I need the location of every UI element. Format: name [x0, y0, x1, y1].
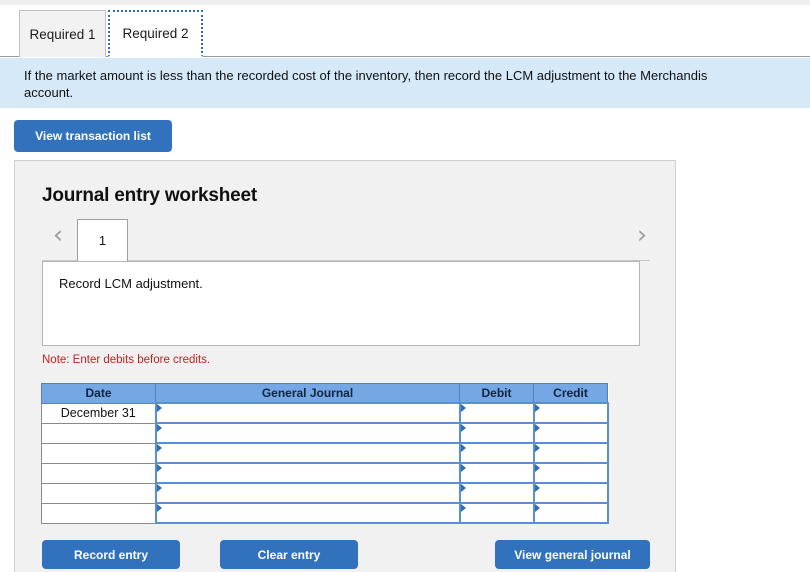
dropdown-caret-icon: [460, 504, 466, 512]
journal-entry-worksheet-panel: Journal entry worksheet ‹ › 1 Record LCM…: [14, 160, 676, 572]
worksheet-description-text: Record LCM adjustment.: [59, 276, 203, 291]
table-row: [41, 422, 609, 444]
table-header-row: Date General Journal Debit Credit: [41, 383, 608, 404]
cell-credit[interactable]: [532, 502, 609, 524]
cell-general-journal[interactable]: [154, 442, 461, 464]
dropdown-caret-icon: [534, 464, 540, 472]
clear-entry-button[interactable]: Clear entry: [220, 540, 358, 569]
record-entry-button[interactable]: Record entry: [42, 540, 180, 569]
dropdown-caret-icon: [534, 444, 540, 452]
debits-before-credits-note: Note: Enter debits before credits.: [42, 354, 211, 366]
journal-entry-table: Date General Journal Debit Credit Decemb…: [41, 383, 609, 524]
dropdown-caret-icon: [156, 504, 162, 512]
clear-entry-label: Clear entry: [257, 547, 321, 562]
column-header-debit: Debit: [459, 383, 534, 404]
cell-date[interactable]: December 31: [41, 402, 156, 424]
cell-debit[interactable]: [458, 422, 535, 444]
cell-date[interactable]: [41, 462, 156, 484]
dropdown-caret-icon: [534, 504, 540, 512]
view-general-journal-button[interactable]: View general journal: [495, 540, 650, 569]
cell-general-journal[interactable]: [154, 422, 461, 444]
view-transaction-list-label: View transaction list: [35, 129, 151, 143]
chevron-left-icon[interactable]: ‹: [47, 222, 69, 249]
info-banner-text: If the market amount is less than the re…: [24, 67, 810, 101]
cell-debit[interactable]: [458, 402, 535, 424]
cell-credit[interactable]: [532, 462, 609, 484]
column-header-credit: Credit: [533, 383, 608, 404]
dropdown-caret-icon: [534, 484, 540, 492]
dropdown-caret-icon: [460, 424, 466, 432]
dropdown-caret-icon: [156, 404, 162, 412]
info-banner-line-1: If the market amount is less than the re…: [24, 68, 708, 83]
cell-date[interactable]: [41, 422, 156, 444]
table-row: [41, 462, 609, 484]
cell-credit[interactable]: [532, 422, 609, 444]
column-header-general-journal: General Journal: [155, 383, 460, 404]
cell-debit[interactable]: [458, 482, 535, 504]
column-header-date: Date: [41, 383, 156, 404]
cell-general-journal[interactable]: [154, 482, 461, 504]
tab-required-2-label: Required 2: [122, 26, 189, 41]
info-banner: If the market amount is less than the re…: [0, 58, 810, 108]
chevron-right-icon[interactable]: ›: [631, 222, 653, 249]
table-row: [41, 442, 609, 464]
cell-credit[interactable]: [532, 442, 609, 464]
cell-debit[interactable]: [458, 442, 535, 464]
cell-general-journal[interactable]: [154, 502, 461, 524]
cell-credit[interactable]: [532, 482, 609, 504]
tab-required-1-label: Required 1: [29, 26, 96, 42]
worksheet-page-tab-1-label: 1: [98, 233, 107, 248]
dropdown-caret-icon: [460, 484, 466, 492]
tab-required-2[interactable]: Required 2: [108, 10, 203, 57]
dropdown-caret-icon: [156, 444, 162, 452]
table-row: [41, 482, 609, 504]
cell-general-journal[interactable]: [154, 402, 461, 424]
cell-debit[interactable]: [458, 502, 535, 524]
info-banner-line-2: account.: [24, 85, 74, 100]
dropdown-caret-icon: [156, 464, 162, 472]
record-entry-label: Record entry: [73, 547, 149, 562]
tab-required-1[interactable]: Required 1: [19, 10, 106, 57]
worksheet-page-tab-1[interactable]: 1: [77, 219, 128, 261]
tab-strip: Required 1 Required 2: [0, 5, 810, 57]
cell-credit[interactable]: [532, 402, 609, 424]
dropdown-caret-icon: [534, 404, 540, 412]
dropdown-caret-icon: [460, 464, 466, 472]
worksheet-title: Journal entry worksheet: [42, 185, 258, 206]
table-row: [41, 502, 609, 524]
cell-date[interactable]: [41, 502, 156, 524]
dropdown-caret-icon: [156, 424, 162, 432]
view-transaction-list-button[interactable]: View transaction list: [14, 120, 172, 152]
dropdown-caret-icon: [460, 444, 466, 452]
cell-debit[interactable]: [458, 462, 535, 484]
worksheet-description-box: Record LCM adjustment.: [42, 261, 640, 346]
table-row: December 31: [41, 402, 609, 424]
dropdown-caret-icon: [534, 424, 540, 432]
view-general-journal-label: View general journal: [514, 547, 631, 562]
dropdown-caret-icon: [156, 484, 162, 492]
cell-date[interactable]: [41, 442, 156, 464]
cell-date[interactable]: [41, 482, 156, 504]
cell-general-journal[interactable]: [154, 462, 461, 484]
dropdown-caret-icon: [460, 404, 466, 412]
